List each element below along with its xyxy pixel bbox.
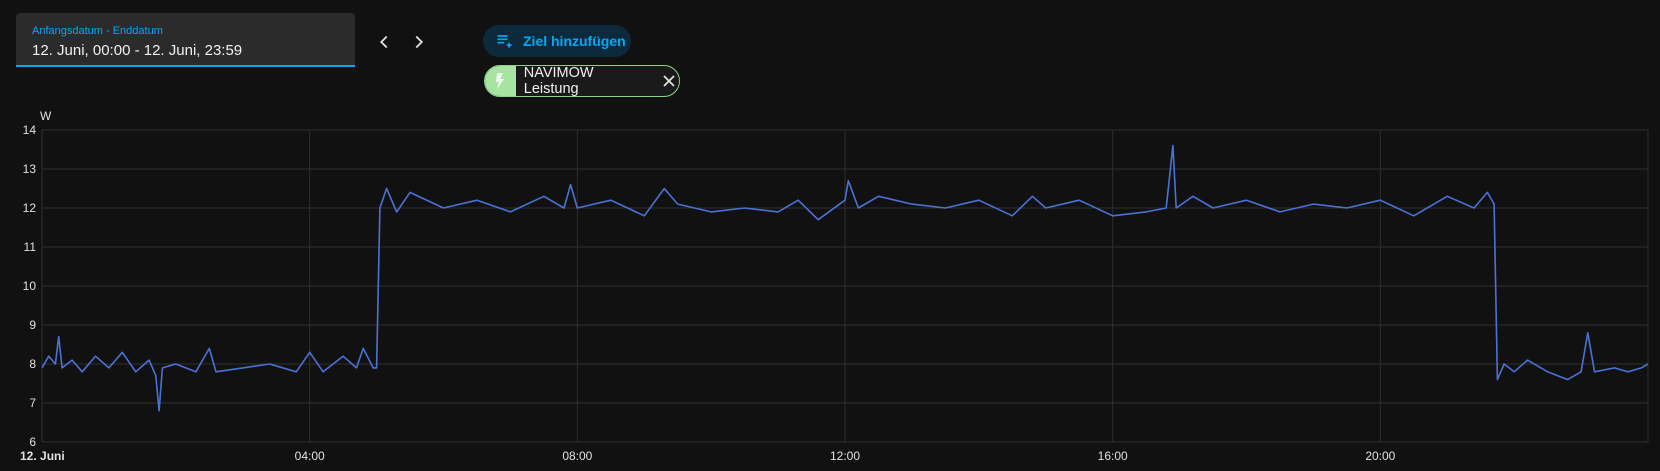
- power-line-chart: 6 7 8 9 10 11 12 13 14 12. Juni 04:00 08:00 12:00 16:…: [20, 109, 1649, 463]
- y-tick-label: 7: [29, 396, 36, 410]
- y-tick-label: 9: [29, 318, 36, 332]
- date-range-label: Anfangsdatum - Enddatum: [32, 25, 163, 37]
- y-tick-label: 13: [23, 162, 37, 176]
- chevron-right-icon: [415, 35, 424, 49]
- y-axis-unit-label: W: [40, 109, 52, 123]
- chevron-left-icon: [379, 35, 388, 49]
- x-tick-label: 04:00: [295, 449, 325, 463]
- playlist-plus-icon: [497, 35, 512, 48]
- y-tick-label: 11: [24, 240, 37, 254]
- x-tick-label: 08:00: [562, 449, 592, 463]
- date-range-picker[interactable]: Anfangsdatum - Enddatum 12. Juni, 00:00 …: [16, 13, 355, 67]
- date-range-value: 12. Juni, 00:00 - 12. Juni, 23:59: [32, 42, 243, 59]
- add-target-button[interactable]: Ziel hinzufügen: [483, 25, 631, 57]
- x-tick-label: 12:00: [830, 449, 860, 463]
- y-tick-label: 14: [23, 123, 37, 137]
- add-target-label: Ziel hinzufügen: [523, 33, 626, 49]
- y-tick-label: 10: [23, 279, 37, 293]
- x-tick-label: 12. Juni: [20, 449, 65, 463]
- close-icon: [663, 75, 675, 87]
- x-tick-label: 20:00: [1365, 449, 1395, 463]
- flash-icon: [485, 66, 516, 96]
- entity-chip[interactable]: NAVIMOW Leistung: [484, 65, 680, 97]
- next-period-button[interactable]: [399, 22, 439, 62]
- y-tick-label: 8: [29, 357, 36, 371]
- previous-period-button[interactable]: [364, 22, 404, 62]
- remove-entity-button[interactable]: [660, 71, 679, 91]
- y-tick-label: 6: [29, 435, 36, 449]
- x-tick-label: 16:00: [1098, 449, 1128, 463]
- y-tick-label: 12: [23, 201, 37, 215]
- entity-chip-label: NAVIMOW Leistung: [523, 65, 594, 97]
